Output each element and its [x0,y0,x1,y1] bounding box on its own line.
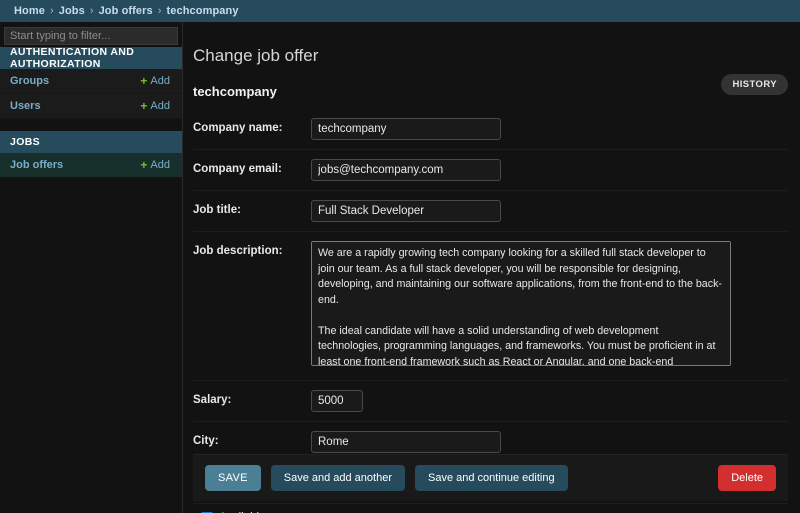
sidebar-group-header: AUTHENTICATION AND AUTHORIZATION [0,46,182,70]
salary-input[interactable] [311,390,363,412]
sidebar-item-job-offers-label[interactable]: Job offers [10,159,63,171]
main-layout: AUTHENTICATION AND AUTHORIZATION Groups … [0,22,800,513]
sidebar-add-groups-label: Add [150,75,170,87]
history-button[interactable]: HISTORY [721,74,788,95]
sidebar-item-groups-label[interactable]: Groups [10,75,49,87]
sidebar-add-job-offers-label: Add [150,159,170,171]
sidebar-group-auth: AUTHENTICATION AND AUTHORIZATION Groups … [0,46,182,119]
delete-button[interactable]: Delete [718,465,776,491]
plus-icon: + [140,99,148,113]
sidebar-item-users-label[interactable]: Users [10,100,41,112]
sidebar-filter-wrapper [0,22,182,47]
breadcrumb-item-job-offers[interactable]: Job offers [99,5,153,17]
company-name-input[interactable] [311,118,501,140]
company-name-label: Company name: [193,122,283,134]
job-description-wrapper: We are a rapidly growing tech company lo… [311,241,731,371]
breadcrumb-separator: › [49,5,54,17]
save-button[interactable]: SAVE [205,465,261,491]
breadcrumb-separator: › [157,5,162,17]
breadcrumb-item-home[interactable]: Home [14,5,45,17]
job-title-label: Job title: [193,204,241,216]
plus-icon: + [140,74,148,88]
page-title: Change job offer [193,46,319,65]
sidebar-group-gap [0,119,182,131]
field-row-job-description: Job description: We are a rapidly growin… [193,232,788,381]
sidebar: AUTHENTICATION AND AUTHORIZATION Groups … [0,22,183,513]
sidebar-group-header: JOBS [0,131,182,153]
field-row-salary: Salary: [193,381,788,422]
sidebar-item-job-offers[interactable]: Job offers + Add [0,153,182,178]
breadcrumb-separator: › [89,5,94,17]
content-area: HISTORY Change job offer techcompany Com… [183,22,800,513]
submit-row: SAVE Save and add another Save and conti… [193,454,788,501]
job-title-input[interactable] [311,200,501,222]
sidebar-add-groups[interactable]: + Add [140,75,170,87]
save-and-add-another-button[interactable]: Save and add another [270,465,405,491]
field-row-job-title: Job title: [193,191,788,232]
sidebar-add-users[interactable]: + Add [140,100,170,112]
save-and-continue-button[interactable]: Save and continue editing [415,465,568,491]
company-email-input[interactable] [311,159,501,181]
sidebar-item-users[interactable]: Users + Add [0,94,182,119]
change-form: Company name: Company email: Job title: … [183,99,800,513]
company-email-label: Company email: [193,163,282,175]
plus-icon: + [140,158,148,172]
sidebar-group-jobs: JOBS Job offers + Add [0,131,182,178]
field-row-company-name: Company name: [193,109,788,150]
job-description-label: Job description: [193,245,283,257]
breadcrumb-item-jobs[interactable]: Jobs [59,5,85,17]
object-title: techcompany [193,84,277,99]
sidebar-add-job-offers[interactable]: + Add [140,159,170,171]
sidebar-filter-input[interactable] [4,27,178,45]
city-label: City: [193,435,219,447]
breadcrumb-item-current: techcompany [166,5,239,17]
sidebar-item-groups[interactable]: Groups + Add [0,69,182,94]
salary-label: Salary: [193,394,232,406]
field-row-company-email: Company email: [193,150,788,191]
sidebar-add-users-label: Add [150,100,170,112]
city-input[interactable] [311,431,501,453]
job-description-textarea[interactable]: We are a rapidly growing tech company lo… [311,241,731,366]
field-row-available: Available [193,504,788,513]
breadcrumb: Home › Jobs › Job offers › techcompany [0,0,800,22]
